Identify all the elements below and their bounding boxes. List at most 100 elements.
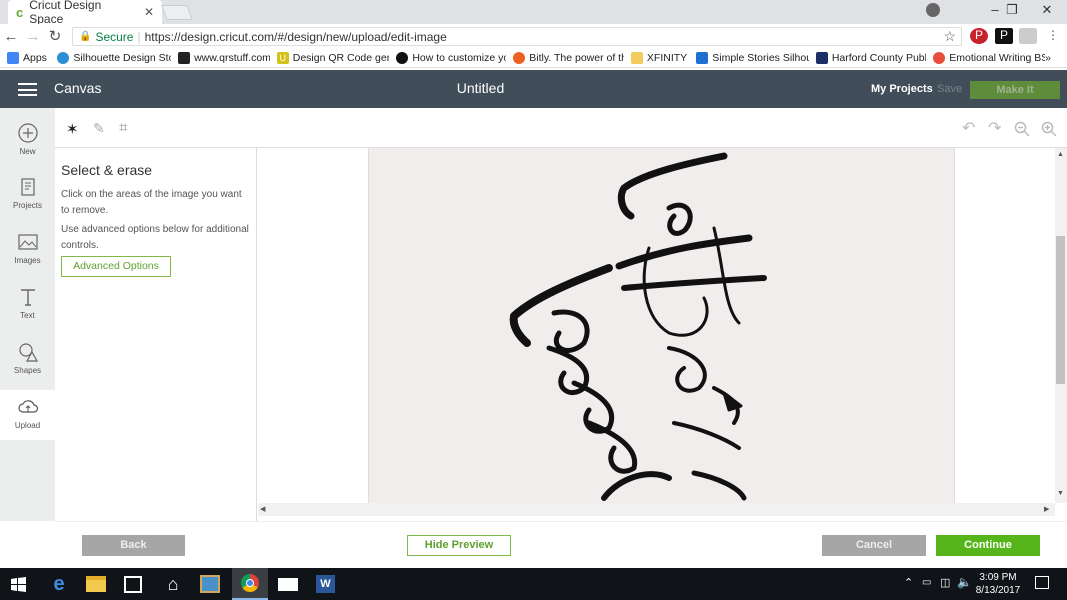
cancel-button[interactable]: Cancel xyxy=(822,535,926,556)
bookmark-item[interactable]: XFINITY xyxy=(624,51,689,64)
crop-icon[interactable]: ⌗ xyxy=(119,119,127,136)
advanced-options-button[interactable]: Advanced Options xyxy=(61,256,171,277)
scroll-right-arrow-icon[interactable]: ▶ xyxy=(1044,505,1049,513)
lock-icon: 🔒 xyxy=(79,31,92,42)
cricut-favicon-icon: c xyxy=(16,4,24,20)
redo-icon[interactable]: ↷ xyxy=(988,118,1001,138)
eb-icon xyxy=(933,51,946,64)
panel-title: Select & erase xyxy=(61,162,153,178)
bookmark-label: XFINITY xyxy=(646,51,688,64)
bookmark-item[interactable]: Simple Stories Silhou xyxy=(689,51,809,64)
battery-icon[interactable]: ▭ xyxy=(922,577,931,588)
my-projects-link[interactable]: My Projects xyxy=(871,83,933,95)
mail-icon[interactable] xyxy=(278,578,298,591)
browser-tab[interactable]: c Cricut Design Space ✕ xyxy=(8,0,162,26)
extension-icon[interactable] xyxy=(1019,28,1037,44)
bookmarks-more-icon[interactable]: » xyxy=(1045,52,1067,64)
tool-row xyxy=(55,108,1067,148)
chrome-taskbar-active[interactable] xyxy=(232,568,268,600)
home-icon[interactable]: ⌂ xyxy=(162,573,184,595)
bookmark-item[interactable]: Bitly. The power of th xyxy=(506,51,624,64)
new-tab-button[interactable] xyxy=(161,5,193,20)
zoom-out-icon[interactable] xyxy=(1014,121,1030,137)
undo-icon[interactable]: ↶ xyxy=(962,118,975,138)
project-title: Untitled xyxy=(456,80,505,96)
url-text: https://design.cricut.com/#/design/new/u… xyxy=(144,29,447,44)
pinterest-icon[interactable]: P xyxy=(970,28,988,44)
bookmark-item[interactable]: U Design QR Code gen xyxy=(270,51,389,64)
sidebar-item-projects[interactable]: Projects xyxy=(0,176,55,210)
word-icon[interactable]: W xyxy=(316,575,335,593)
projects-icon xyxy=(20,178,35,196)
file-explorer-icon[interactable] xyxy=(86,576,106,592)
taskbar-clock[interactable]: 3:09 PM 8/13/2017 xyxy=(968,571,1028,597)
notifications-icon[interactable] xyxy=(1035,576,1049,589)
bookmark-item[interactable]: Silhouette Design Sto xyxy=(50,51,172,64)
windows-start-icon[interactable] xyxy=(11,577,26,592)
uploaded-image[interactable] xyxy=(368,148,955,503)
omnibox-separator: | xyxy=(137,29,141,44)
network-icon[interactable]: ◫ xyxy=(940,576,950,589)
p-extension-icon[interactable]: P xyxy=(995,28,1013,44)
tray-chevron-icon[interactable]: ⌃ xyxy=(904,576,913,589)
forward-arrow-icon[interactable]: → xyxy=(22,28,44,45)
upload-cloud-icon xyxy=(17,400,38,413)
back-arrow-icon[interactable]: ← xyxy=(0,28,22,45)
reload-icon[interactable]: ↻ xyxy=(44,27,66,45)
menu-dots-icon[interactable]: ⋮ xyxy=(1044,28,1062,44)
scroll-left-arrow-icon[interactable]: ◀ xyxy=(260,505,265,513)
shapes-icon xyxy=(18,343,38,362)
hide-preview-button[interactable]: Hide Preview xyxy=(407,535,511,556)
sidebar-item-label: Projects xyxy=(13,201,42,210)
silhouette-icon xyxy=(57,51,70,64)
scroll-down-arrow-icon[interactable]: ▼ xyxy=(1057,490,1064,497)
secure-label: Secure xyxy=(95,29,134,44)
dot-icon xyxy=(396,51,409,64)
magic-wand-icon[interactable]: ✶ xyxy=(66,120,79,138)
bookmark-item[interactable]: Apps xyxy=(0,51,50,64)
clock-date: 8/13/2017 xyxy=(975,585,1021,596)
bookmark-item[interactable]: How to customize yo xyxy=(389,51,507,64)
bookmark-item[interactable]: www.qrstuff.com xyxy=(171,51,270,64)
bookmark-label: Bitly. The power of th xyxy=(529,51,624,64)
sidebar-item-upload[interactable]: Upload xyxy=(0,390,55,440)
photos-icon[interactable] xyxy=(200,575,220,593)
bookmark-item[interactable]: Harford County Publi xyxy=(809,51,926,64)
bookmark-label: How to customize yo xyxy=(412,51,507,64)
chrome-icon xyxy=(241,574,259,592)
eraser-icon[interactable]: ✎ xyxy=(93,120,105,137)
sidebar-item-new[interactable]: New xyxy=(0,122,55,156)
save-button[interactable]: Save xyxy=(937,83,962,95)
horizontal-scrollbar[interactable] xyxy=(258,503,1055,516)
store-icon[interactable] xyxy=(124,576,142,593)
bookmark-star-icon[interactable]: ☆ xyxy=(943,28,956,45)
bookmark-label: Apps xyxy=(23,51,47,64)
make-it-button[interactable]: Make It xyxy=(970,81,1060,99)
tab-close-icon[interactable]: ✕ xyxy=(144,5,154,19)
close-window-button[interactable]: ✕ xyxy=(1032,2,1062,18)
library-icon xyxy=(815,51,828,64)
scroll-up-arrow-icon[interactable]: ▲ xyxy=(1057,151,1064,158)
sidebar-item-text[interactable]: Text xyxy=(0,286,55,320)
omnibox[interactable]: 🔒 Secure | https://design.cricut.com/#/d… xyxy=(72,27,962,46)
text-icon xyxy=(20,289,35,306)
back-button[interactable]: Back xyxy=(82,535,185,556)
image-icon xyxy=(17,234,38,250)
bitly-icon xyxy=(513,51,526,64)
continue-button[interactable]: Continue xyxy=(936,535,1040,556)
bookmark-label: Silhouette Design Sto xyxy=(73,51,172,64)
tab-title: Cricut Design Space xyxy=(29,0,102,26)
edge-icon[interactable]: e xyxy=(48,573,70,595)
sidebar-item-shapes[interactable]: Shapes xyxy=(0,341,55,375)
apps-grid-icon xyxy=(7,51,19,64)
lettering-artwork[interactable] xyxy=(369,148,956,503)
restore-button[interactable]: ❐ xyxy=(997,2,1027,18)
sidebar-item-images[interactable]: Images xyxy=(0,231,55,265)
sidebar-item-label: Shapes xyxy=(13,366,42,375)
vertical-scroll-thumb[interactable] xyxy=(1056,236,1065,384)
panel-instruction-advanced: Use advanced options below for additiona… xyxy=(61,224,249,251)
zoom-in-icon[interactable] xyxy=(1041,121,1057,137)
profile-icon[interactable] xyxy=(926,3,940,17)
bookmark-item[interactable]: Emotional Writing BS xyxy=(926,51,1045,64)
bookmark-label: Simple Stories Silhou xyxy=(712,51,809,64)
